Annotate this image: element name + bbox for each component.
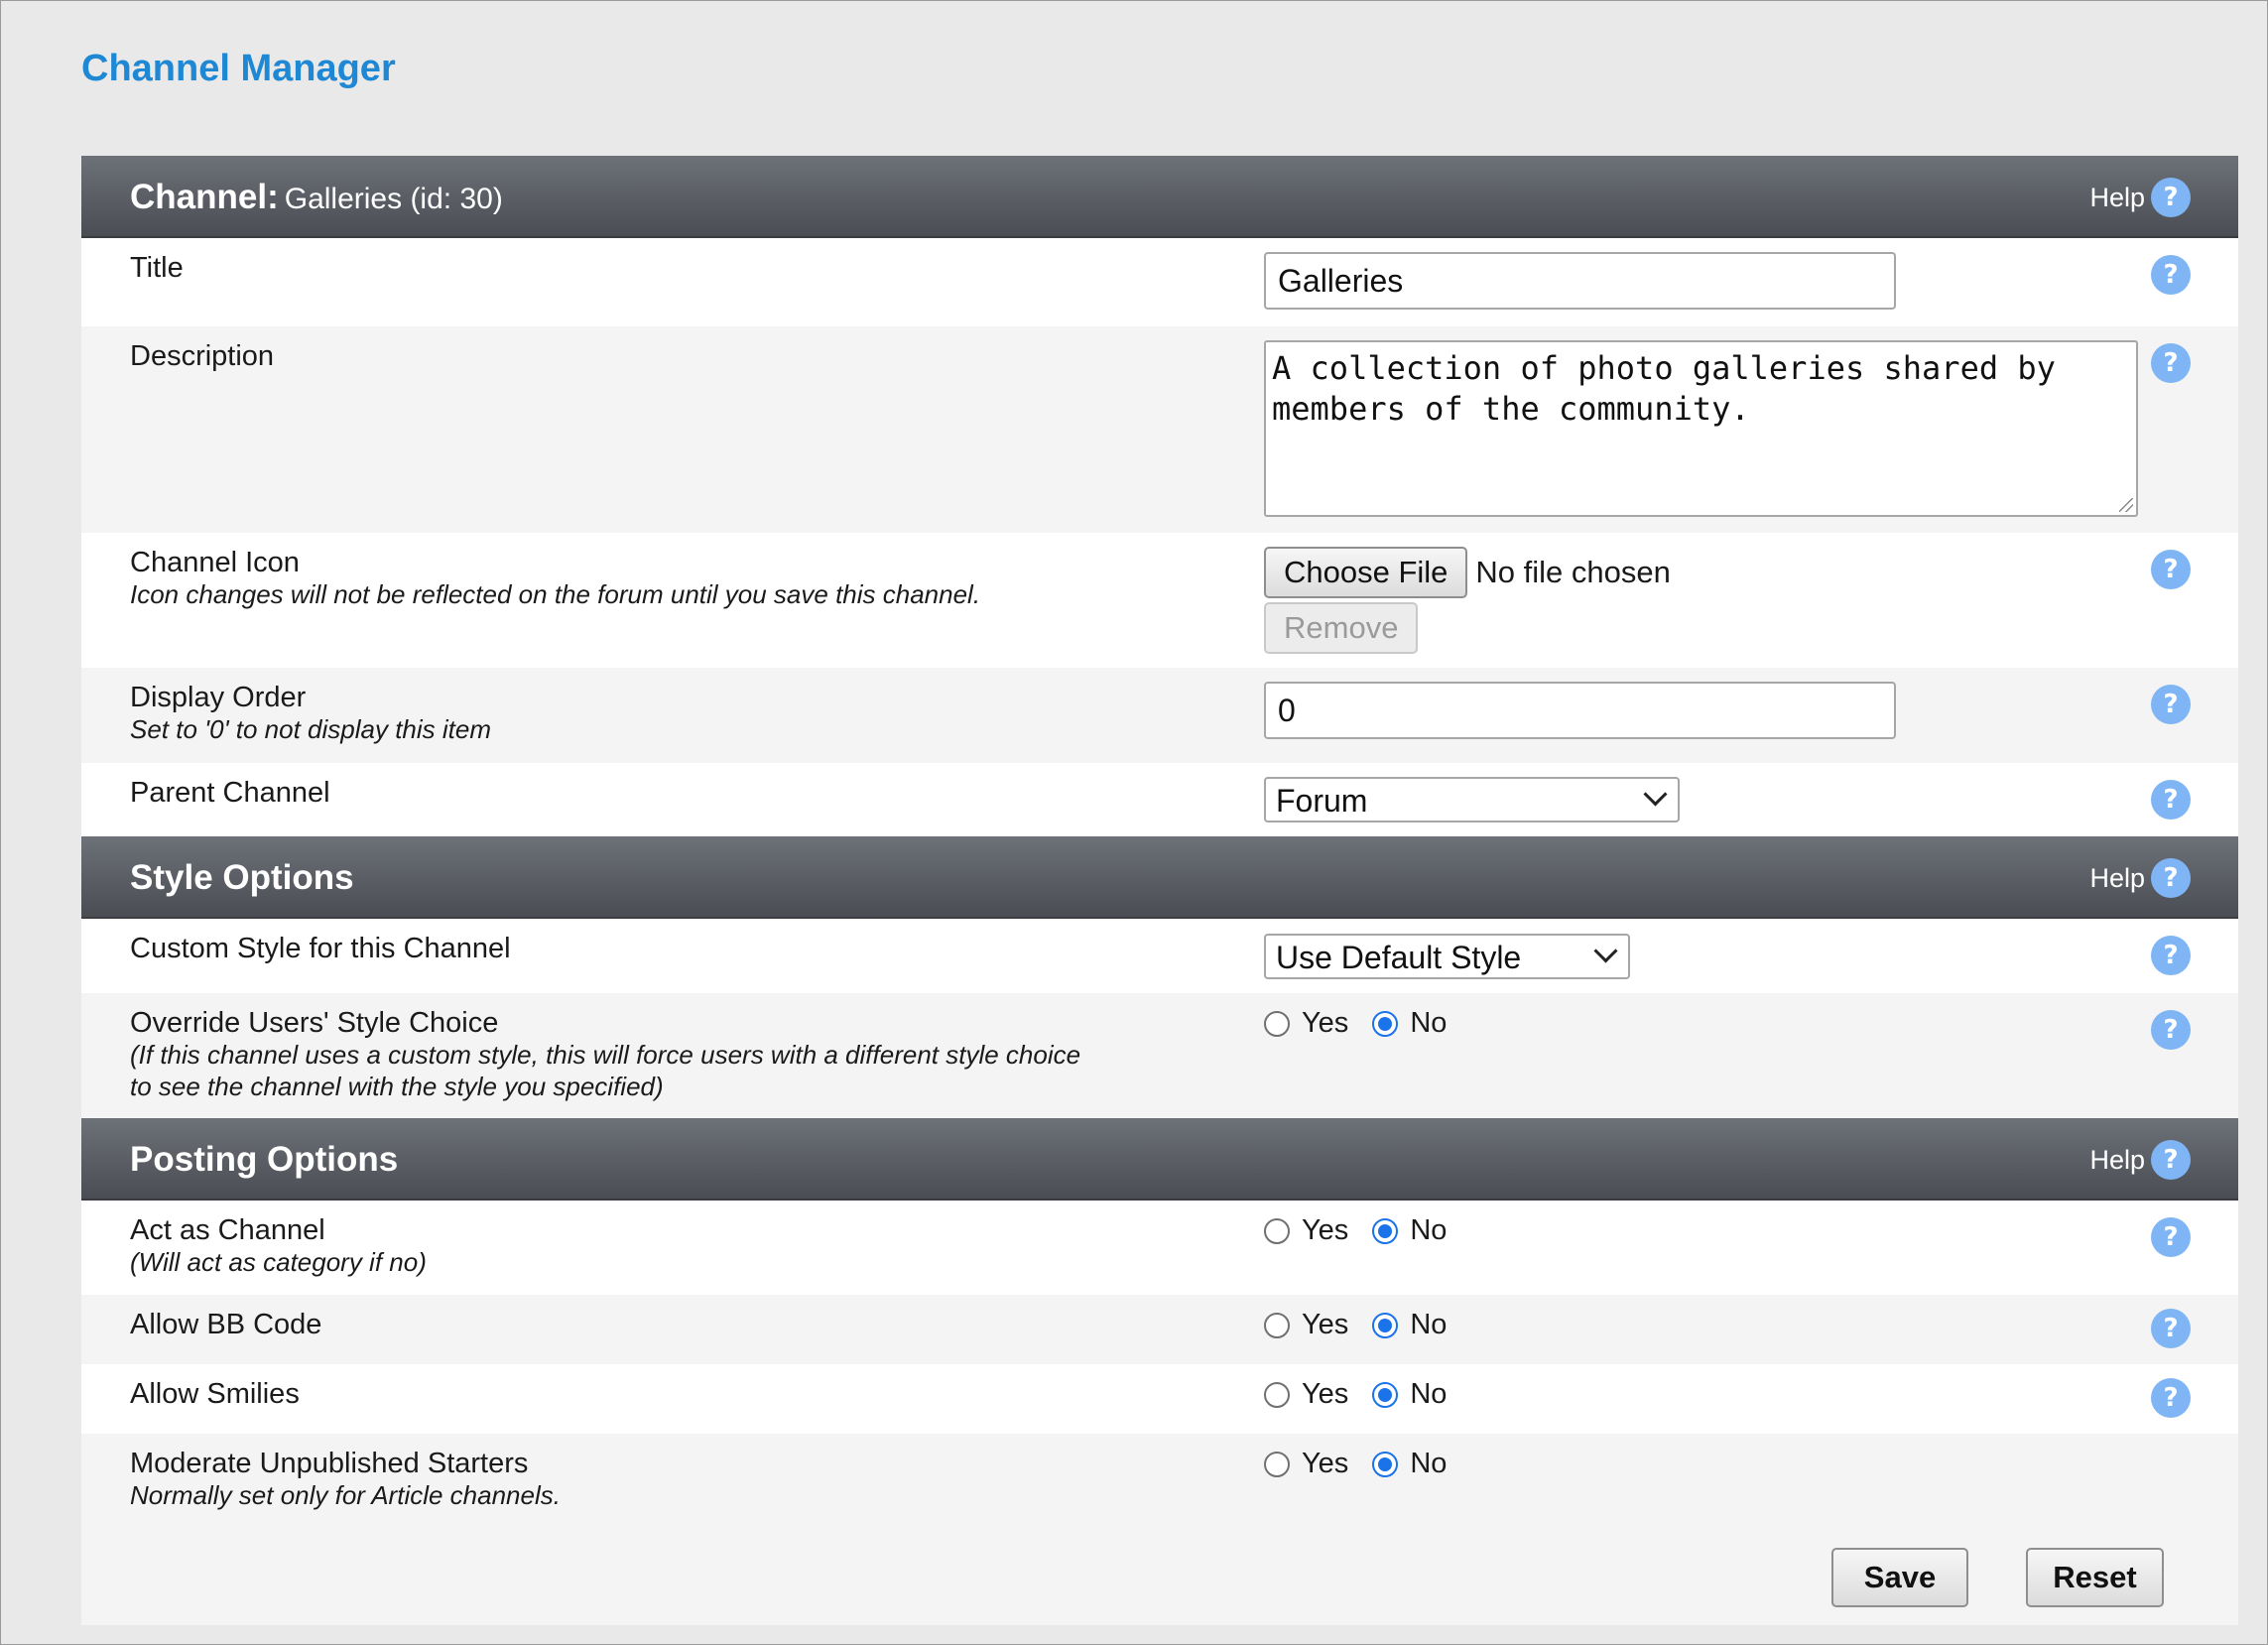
row-channel-icon: Channel Icon Icon changes will not be re…: [81, 533, 2238, 668]
channel-form: Channel: Galleries (id: 30) Help ? Title …: [81, 156, 2238, 1625]
resize-grip-icon[interactable]: [2119, 498, 2133, 512]
section-header-channel: Channel: Galleries (id: 30) Help ?: [81, 156, 2238, 238]
display-order-input[interactable]: [1264, 682, 1896, 739]
allow-bbcode-label: Allow BB Code: [130, 1309, 322, 1340]
yes-label: Yes: [1302, 1007, 1349, 1039]
display-order-note: Set to '0' to not display this item: [130, 714, 491, 744]
allow-bbcode-yes-radio[interactable]: [1264, 1312, 1290, 1338]
reset-button[interactable]: Reset: [2026, 1548, 2164, 1607]
no-label: No: [1410, 1448, 1448, 1479]
section-title-style: Style Options: [130, 858, 354, 897]
allow-smilies-no-radio[interactable]: [1372, 1381, 1399, 1408]
help-icon[interactable]: ?: [2151, 178, 2191, 217]
help-icon[interactable]: ?: [2151, 343, 2191, 383]
description-textarea[interactable]: A collection of photo galleries shared b…: [1264, 340, 2138, 517]
yes-label: Yes: [1302, 1214, 1349, 1246]
row-title: Title ?: [81, 238, 2238, 326]
allow-bbcode-no-radio[interactable]: [1372, 1312, 1399, 1338]
help-icon[interactable]: ?: [2151, 858, 2191, 898]
row-act-as-channel: Act as Channel (Will act as category if …: [81, 1201, 2238, 1295]
act-as-channel-radio-group: Yes No: [1264, 1214, 1447, 1247]
title-input[interactable]: [1264, 252, 1896, 310]
title-label: Title: [130, 252, 184, 284]
help-icon[interactable]: ?: [2151, 1140, 2191, 1180]
form-footer: Save Reset: [81, 1528, 2238, 1625]
no-label: No: [1410, 1007, 1448, 1039]
help-icon[interactable]: ?: [2151, 1378, 2191, 1418]
help-icon[interactable]: ?: [2151, 1217, 2191, 1257]
act-as-channel-label: Act as Channel: [130, 1214, 325, 1246]
parent-channel-value: Forum: [1276, 783, 1368, 819]
allow-smilies-radio-group: Yes No: [1264, 1378, 1447, 1411]
moderate-note: Normally set only for Article channels.: [130, 1480, 561, 1510]
page-title: Channel Manager: [81, 48, 396, 89]
allow-smilies-label: Allow Smilies: [130, 1378, 300, 1410]
section-header-posting: Posting Options Help ?: [81, 1118, 2238, 1201]
description-text: A collection of photo galleries shared b…: [1272, 349, 2056, 428]
section-header-style: Style Options Help ?: [81, 836, 2238, 919]
moderate-radio-group: Yes No: [1264, 1448, 1447, 1480]
yes-label: Yes: [1302, 1309, 1349, 1340]
help-icon[interactable]: ?: [2151, 936, 2191, 975]
chevron-down-icon: [1593, 939, 1618, 963]
section-title-channel: Channel:: [130, 178, 279, 216]
help-icon[interactable]: ?: [2151, 255, 2191, 295]
display-order-label: Display Order: [130, 682, 307, 713]
custom-style-select[interactable]: Use Default Style: [1264, 934, 1630, 979]
help-icon[interactable]: ?: [2151, 1309, 2191, 1348]
choose-file-button[interactable]: Choose File: [1264, 547, 1468, 598]
channel-subtitle: Galleries (id: 30): [284, 183, 503, 215]
help-link-channel[interactable]: Help ?: [2089, 178, 2191, 217]
help-icon[interactable]: ?: [2151, 780, 2191, 820]
act-as-channel-note: (Will act as category if no): [130, 1247, 427, 1277]
help-label: Help: [2089, 862, 2145, 893]
yes-label: Yes: [1302, 1378, 1349, 1410]
help-link-posting[interactable]: Help ?: [2089, 1140, 2191, 1180]
no-label: No: [1410, 1214, 1448, 1246]
help-label: Help: [2089, 182, 2145, 212]
custom-style-label: Custom Style for this Channel: [130, 933, 511, 964]
act-as-channel-yes-radio[interactable]: [1264, 1217, 1290, 1244]
save-button[interactable]: Save: [1831, 1548, 1968, 1607]
override-yes-radio[interactable]: [1264, 1010, 1290, 1037]
help-icon[interactable]: ?: [2151, 1010, 2191, 1050]
custom-style-value: Use Default Style: [1276, 940, 1522, 975]
moderate-yes-radio[interactable]: [1264, 1451, 1290, 1477]
chevron-down-icon: [1643, 782, 1668, 807]
override-note-line1: (If this channel uses a custom style, th…: [130, 1040, 1081, 1070]
row-override-style: Override Users' Style Choice (If this ch…: [81, 993, 2238, 1118]
parent-channel-label: Parent Channel: [130, 777, 330, 809]
yes-label: Yes: [1302, 1448, 1349, 1479]
help-icon[interactable]: ?: [2151, 685, 2191, 724]
override-radio-group: Yes No: [1264, 1007, 1447, 1040]
allow-bbcode-radio-group: Yes No: [1264, 1309, 1447, 1341]
moderate-label: Moderate Unpublished Starters: [130, 1448, 529, 1479]
row-parent-channel: Parent Channel Forum ?: [81, 763, 2238, 836]
row-custom-style: Custom Style for this Channel Use Defaul…: [81, 919, 2238, 993]
description-label: Description: [130, 340, 275, 372]
channel-icon-label: Channel Icon: [130, 547, 300, 578]
help-link-style[interactable]: Help ?: [2089, 858, 2191, 898]
override-note-line2: to see the channel with the style you sp…: [130, 1072, 664, 1101]
moderate-no-radio[interactable]: [1372, 1451, 1399, 1477]
parent-channel-select[interactable]: Forum: [1264, 777, 1680, 822]
section-title-posting: Posting Options: [130, 1140, 399, 1179]
channel-icon-note: Icon changes will not be reflected on th…: [130, 579, 981, 609]
file-status: No file chosen: [1475, 555, 1671, 589]
allow-smilies-yes-radio[interactable]: [1264, 1381, 1290, 1408]
row-display-order: Display Order Set to '0' to not display …: [81, 668, 2238, 763]
no-label: No: [1410, 1378, 1448, 1410]
act-as-channel-no-radio[interactable]: [1372, 1217, 1399, 1244]
row-allow-smilies: Allow Smilies Yes No ?: [81, 1364, 2238, 1434]
help-icon[interactable]: ?: [2151, 550, 2191, 589]
override-no-radio[interactable]: [1372, 1010, 1399, 1037]
row-moderate-starters: Moderate Unpublished Starters Normally s…: [81, 1434, 2238, 1528]
remove-icon-button[interactable]: Remove: [1264, 602, 1419, 654]
row-allow-bbcode: Allow BB Code Yes No ?: [81, 1295, 2238, 1364]
help-label: Help: [2089, 1144, 2145, 1175]
override-label: Override Users' Style Choice: [130, 1007, 499, 1039]
no-label: No: [1410, 1309, 1448, 1340]
row-description: Description A collection of photo galler…: [81, 326, 2238, 533]
